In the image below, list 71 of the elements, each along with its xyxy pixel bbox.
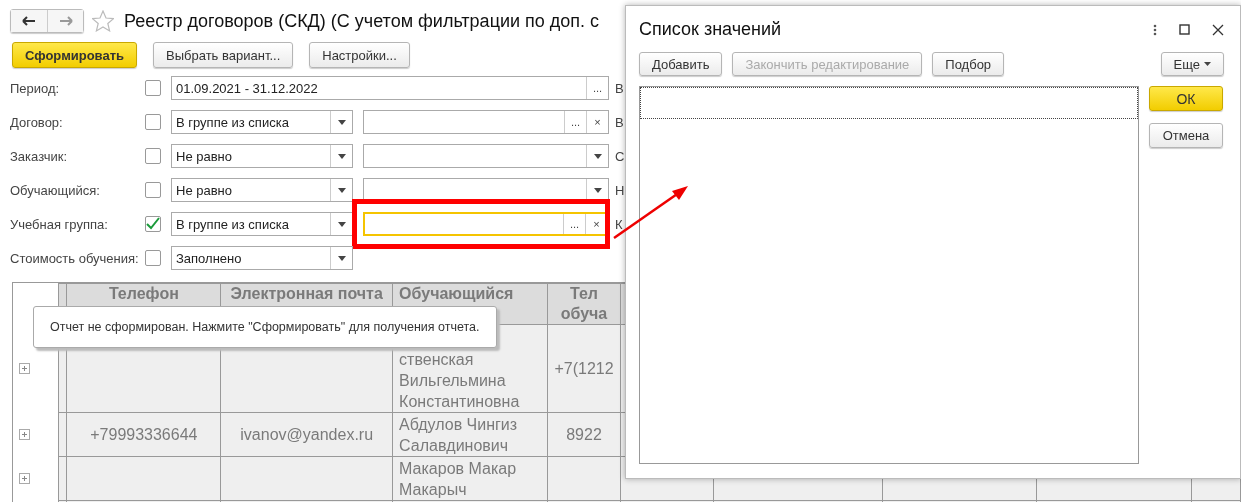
toolbar-button[interactable]: Выбрать вариант... — [153, 42, 294, 68]
back-button[interactable] — [11, 10, 47, 32]
toolbar-button[interactable]: Добавить — [639, 52, 723, 76]
value-field[interactable] — [363, 144, 609, 168]
column-header: Электронная почта — [230, 285, 383, 302]
filter-label: Период: — [10, 80, 61, 96]
filter-label: Н — [615, 182, 625, 198]
toolbar-button[interactable]: Сформировать — [12, 42, 138, 68]
window-title: Реестр договоров (СКД) (С учетом фильтрации по доп. с — [124, 10, 600, 32]
close-icon[interactable] — [1212, 23, 1224, 36]
filter-label: Заказчик: — [10, 148, 68, 164]
column-header: Тел обуча — [560, 285, 608, 322]
checkbox[interactable] — [145, 114, 161, 130]
caret-icon — [593, 187, 602, 193]
condition-select[interactable]: В группе из списка — [171, 212, 353, 236]
ok-button[interactable]: ОК — [1149, 86, 1223, 111]
dialog-title: Список значений — [639, 19, 782, 40]
filter-label: В — [615, 114, 624, 130]
checkbox[interactable] — [145, 182, 161, 198]
expand-icon[interactable] — [19, 429, 30, 440]
table-cell: Макаров Макар Макарыч — [399, 459, 517, 498]
filter-label: Обучающийся: — [10, 182, 101, 198]
value-field[interactable]: ... × — [363, 110, 609, 134]
condition-select[interactable]: Не равно — [171, 178, 353, 202]
value-field[interactable] — [363, 178, 609, 202]
toolbar-button[interactable]: Подбор — [932, 52, 1005, 76]
table-cell: ственская Вильгельмина Константиновна — [399, 351, 520, 410]
table-cell: +79993336644 — [90, 426, 198, 443]
filter-label: Договор: — [10, 114, 64, 130]
caret-icon — [337, 119, 346, 125]
table-cell: Абдулов Чингиз Салавдинович — [399, 415, 518, 454]
toolbar-button[interactable]: Настройки... — [309, 42, 410, 68]
field-button[interactable]: × — [585, 214, 607, 234]
caret-icon — [337, 255, 346, 261]
more-icon[interactable] — [1153, 23, 1157, 36]
filter-label: Стоимость обучения: — [10, 250, 140, 266]
column-header: Обучающийся — [399, 285, 514, 302]
filter-label: В — [615, 80, 624, 96]
star-icon[interactable] — [92, 10, 114, 32]
checkbox[interactable] — [145, 216, 161, 232]
expand-icon[interactable] — [19, 363, 30, 374]
field-button[interactable]: × — [586, 111, 608, 133]
forward-arrow-icon — [58, 16, 73, 26]
field-button[interactable]: ... — [586, 77, 608, 99]
table-cell: ivanov@yandex.ru — [240, 426, 374, 443]
caret-icon — [337, 187, 346, 193]
expand-icon[interactable] — [19, 473, 30, 484]
table-cell: 8922 — [566, 426, 602, 443]
caret-icon — [337, 221, 346, 227]
cancel-button[interactable]: Отмена — [1149, 123, 1223, 148]
field-button[interactable]: ... — [564, 111, 586, 133]
maximize-icon[interactable] — [1179, 24, 1190, 35]
caret-icon — [337, 153, 346, 159]
filter-label: К — [615, 216, 623, 232]
period-field[interactable]: 01.09.2021 - 31.12.2022 ... — [171, 76, 609, 100]
checkbox[interactable] — [145, 80, 161, 96]
caret-icon — [593, 153, 602, 159]
condition-select[interactable]: Не равно — [171, 144, 353, 168]
more-button[interactable]: Еще — [1160, 52, 1224, 76]
condition-select[interactable]: Заполнено — [171, 246, 353, 270]
back-arrow-icon — [22, 16, 36, 26]
column-header: Телефон — [108, 285, 179, 302]
checkbox[interactable] — [145, 250, 161, 266]
table-cell: +7(1212 — [554, 360, 614, 377]
checkbox[interactable] — [145, 148, 161, 164]
caret-icon — [1204, 62, 1211, 66]
filter-label: Учебная группа: — [10, 216, 109, 232]
filter-label: С — [615, 148, 625, 164]
condition-select[interactable]: В группе из списка — [171, 110, 353, 134]
tooltip: Отчет не сформирован. Нажмите "Сформировать" для получения отчета. — [33, 306, 497, 348]
field-button[interactable]: ... — [563, 214, 585, 234]
